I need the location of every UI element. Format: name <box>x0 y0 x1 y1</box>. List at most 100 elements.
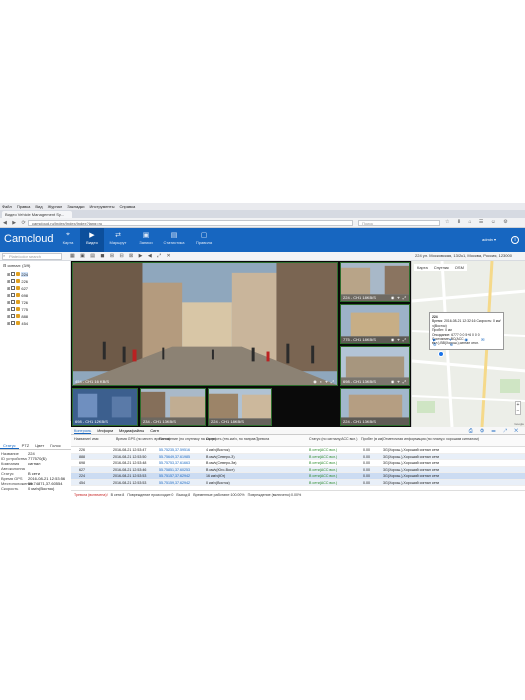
info-value: 0 км/ч(Восток) <box>28 486 55 491</box>
tree-item-label: 698 <box>21 292 29 298</box>
cell-name: 627 <box>79 467 85 472</box>
tab-ptz[interactable]: PTZ <box>19 442 33 449</box>
video-layout-icons[interactable]: ▦ ▣ ▤ ◼ ⊞ ⊟ ⊠ ▶ ◀ ⤢ ✕ <box>70 253 173 259</box>
nav-route[interactable]: ⇄ Маршрут <box>106 228 130 252</box>
col-status[interactable]: Статус (по сигналу,АСС вкл.) <box>309 437 357 441</box>
cell-speed: 0 км/ч(Восток) <box>206 480 230 485</box>
url-input[interactable]: camcloud.ru/Index/Index/Index?lang=ru <box>28 220 353 226</box>
tree-item-label: 454 <box>21 320 29 326</box>
tree-item[interactable]: ⊞ 698 <box>7 292 28 298</box>
tree-item[interactable]: ⊞ 627 <box>7 285 28 291</box>
info-icon[interactable]: i <box>511 236 519 244</box>
tab-info[interactable]: Информ <box>97 428 113 433</box>
cell-position[interactable]: 55.75649,37.61985 <box>159 455 190 459</box>
expand-icon[interactable]: ⊟ <box>3 263 6 268</box>
browser-toolbar-icons[interactable]: ☆ ⬇ ⌂ ☰ ☺ ⚙ <box>445 219 511 225</box>
cell-position[interactable]: 55.75235,37.59516 <box>159 448 190 452</box>
tree-item-label: 226 <box>21 278 29 284</box>
tree-item[interactable]: ⊞ 775 <box>7 306 28 312</box>
col-speed[interactable]: Скорость (тек.км/ч, по направ.) <box>206 437 258 441</box>
browser-search-input[interactable]: Поиск <box>358 220 440 226</box>
tab-color[interactable]: Цвет <box>32 442 47 449</box>
cell-name: 224 <box>79 474 85 478</box>
alarm-status[interactable]: Тревога (включена)! <box>74 493 108 497</box>
tree-item[interactable]: ⊞ 888 <box>7 313 28 319</box>
cell-time: 2016-08-21 12:53:48 <box>113 461 147 465</box>
menu-tools[interactable]: Инструменты <box>90 204 115 209</box>
tree-item[interactable]: ⊞ 454 <box>7 320 28 326</box>
popup-action-icons[interactable]: ▶ ⌖ ◉ ✉ ⚙ ⊕ <box>433 338 503 347</box>
tree-root[interactable]: ⊟ сигнал: (3/9) <box>3 263 30 268</box>
tab-signal[interactable]: Сигн <box>150 428 159 433</box>
camera-view[interactable]: 234 - CH1 13KB/S <box>140 388 206 426</box>
nav-rules[interactable]: ▢ Правила <box>192 228 216 252</box>
map-tab-map[interactable]: Карта <box>417 265 428 270</box>
tab-media[interactable]: Медиафайлы <box>119 428 144 433</box>
tree-search-input[interactable]: Plate/color search <box>2 253 62 260</box>
table-tool-icons[interactable]: ⎙ ⚙ ▭ ↗ ✕ <box>469 428 521 434</box>
checkbox[interactable] <box>11 286 16 290</box>
col-mileage[interactable]: Пробег (в км) <box>361 437 383 441</box>
cell-status: В сети(АСС вкл.) <box>309 454 338 459</box>
camera-label: 224 - CH1 18KB/S <box>211 419 244 424</box>
camera-view[interactable]: 775 - CH1 18KB/S ◉ ⌖ ⤢ <box>340 304 410 344</box>
checkbox[interactable] <box>11 300 16 304</box>
camera-view[interactable]: 224 - CH1 18KB/S <box>208 388 272 426</box>
menu-view[interactable]: Вид <box>35 204 42 209</box>
cell-position[interactable]: 55.75753,37.61663 <box>159 461 190 465</box>
nav-statistics[interactable]: ▤ Статистика <box>162 228 186 252</box>
menu-help[interactable]: Справка <box>119 204 135 209</box>
bus-icon <box>16 307 21 311</box>
tree-item-label: 888 <box>21 313 29 319</box>
camera-controls[interactable]: ◉ ⌖ ⤢ <box>391 379 407 384</box>
checkbox[interactable] <box>11 272 16 276</box>
camera-controls[interactable]: ◉ ⌖ ⤢ <box>391 295 407 300</box>
checkbox[interactable] <box>11 321 16 325</box>
cell-mileage: 0.00 <box>363 454 370 459</box>
cell-position[interactable]: 55.75159,37.62942 <box>159 481 190 485</box>
col-name[interactable]: Название/ имя <box>74 437 98 441</box>
nav-map[interactable]: ⌖ Карта <box>56 228 80 252</box>
camera-view[interactable]: 698 - CH1 13KB/S ◉ ⌖ ⤢ <box>340 346 410 386</box>
checkbox[interactable] <box>11 314 16 318</box>
nav-video[interactable]: ▶ Видео <box>80 228 104 252</box>
browser-nav-icons[interactable]: ◀ ▶ ⟳ <box>3 220 28 226</box>
vehicle-marker-icon[interactable] <box>438 351 444 357</box>
cell-position[interactable]: 55.75851,37.60253 <box>159 468 190 472</box>
tree-item[interactable]: ⊞ 224 <box>7 271 29 277</box>
damage-rate: Повреждение (включено):0.00% <box>247 493 302 497</box>
checkbox[interactable] <box>11 307 16 311</box>
map-panel[interactable]: Карта Спутник OSM 224 Время: 2016-08-21 … <box>411 261 525 427</box>
user-menu[interactable]: admin ▾ <box>482 237 496 242</box>
ok-rate: Временные работают:100.00% <box>193 493 245 497</box>
camera-view[interactable]: 224 - CH1 13KB/S <box>340 388 410 426</box>
zoom-control[interactable]: + − <box>515 401 521 415</box>
menu-history[interactable]: Журнал <box>48 204 63 209</box>
checkbox[interactable] <box>11 279 16 283</box>
tab-voice[interactable]: Голос <box>47 442 64 449</box>
menu-edit[interactable]: Правка <box>17 204 31 209</box>
table-row[interactable]: 454 2016-08-21 12:53:53 55.75159,37.6294… <box>71 479 525 486</box>
camera-view[interactable]: 454 - CH1 16 KB/S ◉ ◐ ⌖ ⤢ <box>72 262 338 386</box>
menu-file[interactable]: Файл <box>2 204 12 209</box>
tree-item[interactable]: ⊞ 726 <box>7 299 28 305</box>
camera-controls[interactable]: ◉ ⌖ ⤢ <box>391 337 407 342</box>
camera-view[interactable]: 698 - CH1 12KB/S <box>72 388 138 426</box>
play-circle-icon: ▶ <box>89 232 95 239</box>
tab-status[interactable]: Статус <box>0 442 19 449</box>
camera-view[interactable]: 224 - CH1 18KB/S ◉ ⌖ ⤢ <box>340 262 410 302</box>
nav-records[interactable]: ▣ Записи <box>134 228 158 252</box>
map-tab-satellite[interactable]: Спутник <box>434 265 449 270</box>
tree-item[interactable]: ⊞ 226 <box>7 278 28 284</box>
map-tab-osm[interactable]: OSM <box>455 265 464 270</box>
cell-position[interactable]: 55.75157,37.62942 <box>159 474 190 478</box>
checkbox[interactable] <box>11 293 16 297</box>
browser-tab[interactable]: Видео Vehicle Management Sy... <box>2 211 72 218</box>
camera-controls[interactable]: ◉ ◐ ⌖ ⤢ <box>313 379 335 384</box>
bus-icon <box>16 286 21 290</box>
menu-bookmarks[interactable]: Закладки <box>67 204 84 209</box>
col-notes[interactable]: Отметочная информация (по плану,с хороши… <box>383 437 479 441</box>
tab-monitor[interactable]: Контроль <box>74 428 92 434</box>
col-alarm[interactable]: Тревога <box>256 437 269 441</box>
info-key: Скорость <box>1 486 19 491</box>
